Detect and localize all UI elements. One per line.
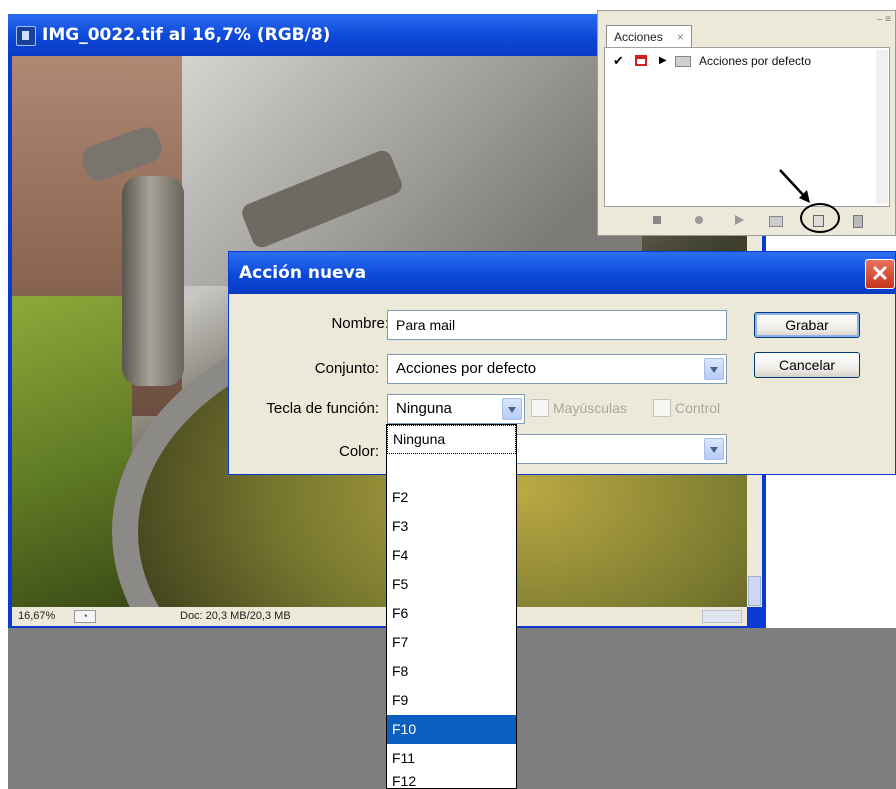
dropdown-option[interactable]: F8 xyxy=(387,657,516,686)
expand-triangle-icon[interactable]: ▶ xyxy=(659,50,667,72)
image-horizontal-scrollbar[interactable] xyxy=(702,610,742,623)
set-select[interactable]: Acciones por defecto xyxy=(387,354,727,384)
function-key-label: Tecla de función: xyxy=(266,400,379,417)
dialog-title: Acción nueva xyxy=(239,263,367,283)
dropdown-option[interactable]: F9 xyxy=(387,686,516,715)
actions-panel: – ≡ Acciones × ✔ ▶ Acciones por defecto xyxy=(597,10,896,236)
action-set-name: Acciones por defecto xyxy=(699,54,812,68)
shift-checkbox[interactable] xyxy=(531,399,549,417)
chevron-down-icon[interactable] xyxy=(704,438,724,460)
function-key-dropdown-list: Ninguna F2 F3 F4 F5 F6 F7 F8 F9 F10 F11 … xyxy=(386,424,517,789)
dialog-toggle-icon[interactable] xyxy=(635,55,647,66)
image-status-bar: 16,67% ◔ Doc: 20,3 MB/20,3 MB xyxy=(12,607,747,626)
check-icon[interactable]: ✔ xyxy=(613,50,624,72)
dropdown-option[interactable]: F4 xyxy=(387,541,516,570)
tab-acciones[interactable]: Acciones × xyxy=(606,25,692,47)
close-button[interactable]: ✕ xyxy=(865,259,895,289)
new-set-icon[interactable] xyxy=(768,213,783,227)
name-label: Nombre: xyxy=(331,315,389,332)
status-menu-icon[interactable]: ◔ xyxy=(74,610,96,623)
tab-close-icon[interactable]: × xyxy=(677,26,684,48)
dropdown-option[interactable]: F7 xyxy=(387,628,516,657)
record-icon[interactable] xyxy=(692,213,706,227)
dropdown-option[interactable]: F2 xyxy=(387,483,516,512)
cancel-button[interactable]: Cancelar xyxy=(754,352,860,378)
scrollbar-thumb[interactable] xyxy=(748,576,761,606)
action-set-row[interactable]: ✔ ▶ Acciones por defecto xyxy=(605,50,875,72)
dropdown-option-selected[interactable]: F10 xyxy=(387,715,516,744)
dropdown-option[interactable]: F6 xyxy=(387,599,516,628)
actions-list: ✔ ▶ Acciones por defecto xyxy=(604,47,890,207)
dropdown-option[interactable]: F11 xyxy=(387,744,516,773)
play-icon[interactable] xyxy=(732,213,746,227)
dropdown-option[interactable]: F5 xyxy=(387,570,516,599)
tab-label: Acciones xyxy=(614,30,663,44)
control-label: Control xyxy=(675,400,721,416)
photoshop-document-icon xyxy=(16,26,36,46)
function-key-select[interactable]: Ninguna xyxy=(387,394,525,424)
new-action-dialog: Acción nueva ✕ Nombre: Para mail Conjunt… xyxy=(228,251,896,475)
chevron-down-icon[interactable] xyxy=(704,358,724,380)
dialog-titlebar[interactable]: Acción nueva xyxy=(229,252,895,294)
color-label: Color: xyxy=(338,443,379,460)
control-checkbox[interactable] xyxy=(653,399,671,417)
dropdown-option[interactable]: F3 xyxy=(387,512,516,541)
zoom-readout[interactable]: 16,67% xyxy=(18,607,55,626)
set-label: Conjunto: xyxy=(314,360,379,377)
trash-icon[interactable] xyxy=(850,213,864,228)
stop-icon[interactable] xyxy=(650,213,664,227)
chevron-down-icon[interactable] xyxy=(502,398,522,420)
annotation-arrow-icon xyxy=(779,169,810,203)
doc-size-info: Doc: 20,3 MB/20,3 MB xyxy=(180,610,291,622)
dropdown-option[interactable]: F12 xyxy=(387,773,516,789)
image-window-title: IMG_0022.tif al 16,7% (RGB/8) xyxy=(42,25,331,45)
function-key-value: Ninguna xyxy=(396,400,452,417)
dropdown-option-current[interactable]: Ninguna xyxy=(387,425,516,454)
name-field[interactable]: Para mail xyxy=(387,310,727,340)
set-select-value: Acciones por defecto xyxy=(396,360,537,377)
record-button[interactable]: Grabar xyxy=(754,312,860,338)
panel-window-controls[interactable]: – ≡ xyxy=(877,15,891,25)
actions-toolbar xyxy=(598,207,895,235)
actions-list-scrollbar[interactable] xyxy=(876,50,888,204)
dropdown-option[interactable] xyxy=(387,454,516,483)
shift-label: Mayúsculas xyxy=(553,400,627,416)
folder-icon xyxy=(675,56,691,67)
